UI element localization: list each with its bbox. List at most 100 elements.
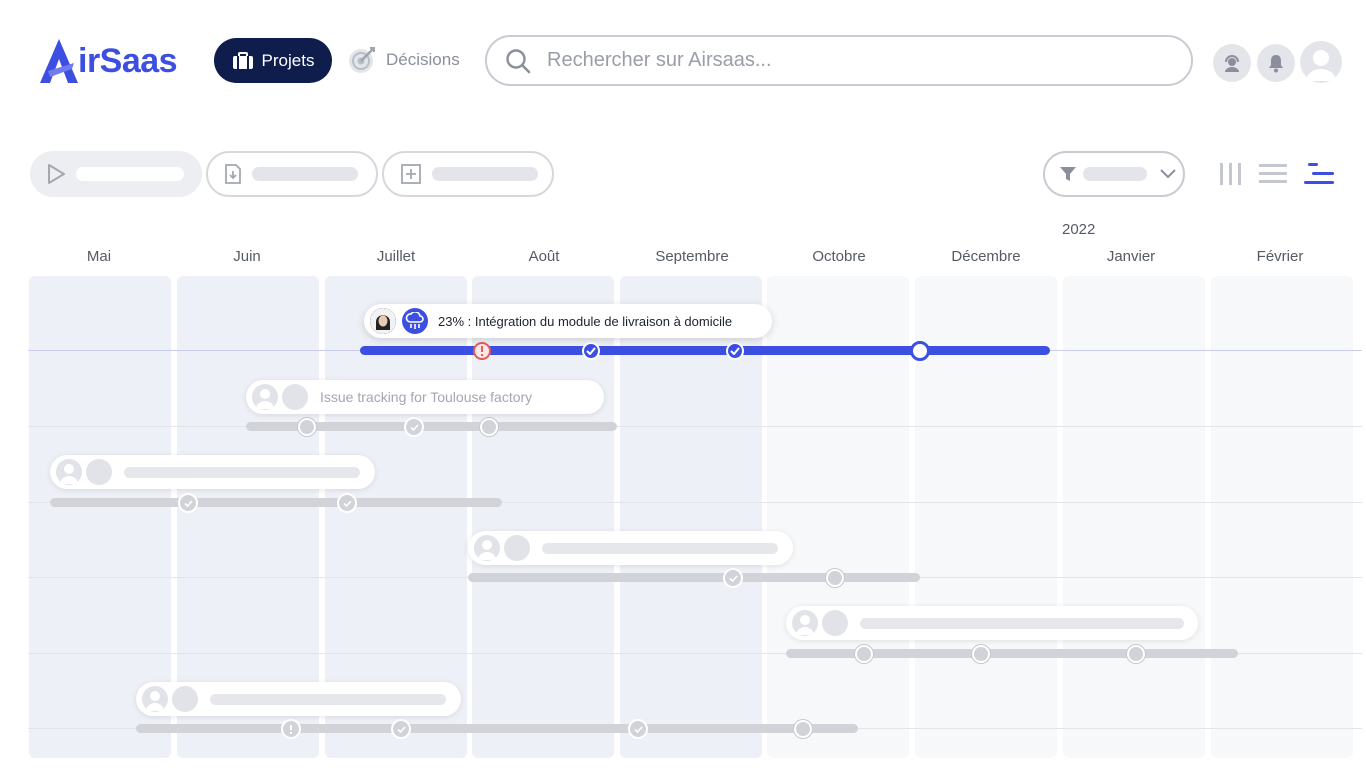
airsaas-logo[interactable]: irSaas — [38, 36, 178, 86]
chevron-down-icon — [1160, 169, 1176, 179]
user-placeholder-icon — [256, 389, 274, 409]
check-icon — [183, 499, 193, 507]
milestone[interactable] — [298, 418, 316, 436]
filter-label-placeholder — [1083, 167, 1147, 181]
month-label: Juin — [233, 248, 261, 265]
gantt-icon — [1304, 163, 1334, 184]
user-avatar[interactable] — [1300, 41, 1342, 83]
filter-icon — [1060, 167, 1076, 181]
milestone-alert[interactable] — [281, 719, 301, 739]
milestone[interactable] — [826, 569, 844, 587]
add-button-label-placeholder — [432, 167, 538, 181]
user-avatar-icon — [1306, 50, 1336, 81]
project-title: Issue tracking for Toulouse factory — [320, 389, 533, 405]
month-label: Août — [528, 248, 560, 265]
project-card[interactable] — [786, 606, 1198, 640]
year-label: 2022 — [1062, 221, 1096, 238]
status-placeholder — [822, 610, 848, 636]
view-gantt-button[interactable] — [1301, 158, 1337, 190]
project-timeline-bar[interactable] — [50, 498, 502, 507]
user-placeholder-icon — [478, 540, 496, 560]
bell-icon — [1269, 55, 1283, 73]
owner-avatar — [56, 459, 82, 485]
status-placeholder — [86, 459, 112, 485]
milestone[interactable] — [794, 720, 812, 738]
logo-text: irSaas — [78, 41, 178, 80]
milestone-alert[interactable] — [473, 342, 491, 360]
milestone-upcoming[interactable] — [910, 341, 930, 361]
month-label: Octobre — [812, 248, 866, 265]
milestone-done[interactable] — [404, 417, 424, 437]
milestone-done[interactable] — [178, 493, 198, 513]
owner-avatar — [142, 686, 168, 712]
search-icon — [506, 48, 531, 73]
add-button[interactable] — [382, 151, 554, 197]
month-column — [1063, 276, 1205, 758]
month-label: Mai — [86, 248, 112, 265]
project-title-placeholder — [210, 693, 446, 705]
cloud-rain-icon — [405, 312, 424, 329]
export-button[interactable] — [206, 151, 378, 197]
owner-avatar — [252, 384, 278, 410]
month-label: Décembre — [951, 248, 1021, 265]
month-column — [1211, 276, 1353, 758]
project-card[interactable]: Issue tracking for Toulouse factory — [246, 380, 604, 414]
status-placeholder — [504, 535, 530, 561]
check-icon — [342, 499, 352, 507]
owner-avatar — [370, 308, 396, 334]
milestone-done[interactable] — [723, 568, 743, 588]
exclamation-icon — [290, 724, 292, 734]
project-timeline-bar[interactable] — [360, 346, 1050, 355]
search-input[interactable] — [545, 48, 1149, 73]
add-box-icon — [401, 164, 421, 184]
project-title: 23% : Intégration du module de livraison… — [438, 313, 733, 329]
project-timeline-bar[interactable] — [468, 573, 920, 582]
milestone[interactable] — [855, 645, 873, 663]
check-icon — [728, 574, 738, 582]
milestone-done[interactable] — [628, 719, 648, 739]
list-icon — [1259, 164, 1287, 183]
milestone[interactable] — [1127, 645, 1145, 663]
file-download-icon — [225, 164, 241, 184]
project-title-placeholder — [124, 466, 360, 478]
project-title-placeholder — [860, 617, 1184, 629]
user-placeholder-icon — [796, 615, 814, 635]
weather-status — [402, 308, 428, 334]
month-label: Septembre — [655, 248, 729, 265]
nav-projets-button[interactable]: Projets — [214, 38, 332, 83]
project-timeline-bar[interactable] — [136, 724, 858, 733]
check-icon — [396, 725, 406, 733]
search-bar[interactable] — [485, 35, 1193, 86]
play-button-label-placeholder — [76, 167, 184, 181]
milestone[interactable] — [480, 418, 498, 436]
user-placeholder-icon — [146, 691, 164, 711]
briefcase-icon — [232, 51, 253, 69]
milestone-done[interactable] — [726, 342, 744, 360]
target-icon — [349, 47, 375, 73]
support-button[interactable] — [1213, 44, 1251, 82]
milestone[interactable] — [972, 645, 990, 663]
project-card-active[interactable]: 23% : Intégration du module de livraison… — [364, 304, 772, 338]
user-placeholder-icon — [60, 464, 78, 484]
view-list-button[interactable] — [1255, 158, 1291, 190]
play-button[interactable] — [30, 151, 202, 197]
columns-icon — [1220, 163, 1241, 185]
milestone-done[interactable] — [337, 493, 357, 513]
project-title-placeholder — [542, 542, 778, 554]
project-card[interactable] — [50, 455, 375, 489]
project-card[interactable] — [136, 682, 461, 716]
row-divider — [28, 426, 1362, 427]
play-icon — [48, 164, 65, 184]
month-label: Février — [1256, 248, 1304, 265]
milestone-done[interactable] — [391, 719, 411, 739]
project-card[interactable] — [468, 531, 793, 565]
project-timeline-bar[interactable] — [786, 649, 1238, 658]
airsaas-logo-mark-icon — [40, 39, 78, 83]
export-button-label-placeholder — [252, 167, 358, 181]
milestone-done[interactable] — [582, 342, 600, 360]
view-columns-button[interactable] — [1213, 158, 1249, 190]
nav-decisions-button[interactable]: Décisions — [348, 44, 460, 76]
filter-dropdown[interactable] — [1043, 151, 1185, 197]
notifications-button[interactable] — [1257, 44, 1295, 82]
check-icon — [633, 725, 643, 733]
